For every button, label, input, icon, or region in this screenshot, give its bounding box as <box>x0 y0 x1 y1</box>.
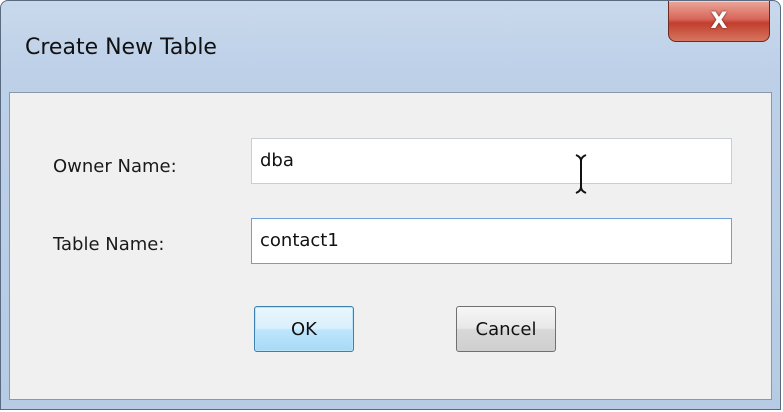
text-cursor-icon <box>575 154 587 194</box>
ok-button[interactable]: OK <box>254 306 354 352</box>
dialog-content: Owner Name: dba Table Name: contact1 OK … <box>9 92 772 400</box>
dialog-window: Create New Table X Owner Name: dba Table… <box>0 0 781 410</box>
close-button[interactable]: X <box>668 1 770 42</box>
table-name-field[interactable]: contact1 <box>251 218 732 264</box>
close-icon: X <box>710 8 728 34</box>
title-bar[interactable]: Create New Table X <box>1 1 780 81</box>
owner-name-field[interactable]: dba <box>251 138 732 184</box>
owner-name-label: Owner Name: <box>53 156 177 177</box>
dialog-title: Create New Table <box>25 35 217 60</box>
cancel-button[interactable]: Cancel <box>456 306 556 352</box>
table-name-label: Table Name: <box>53 234 165 255</box>
